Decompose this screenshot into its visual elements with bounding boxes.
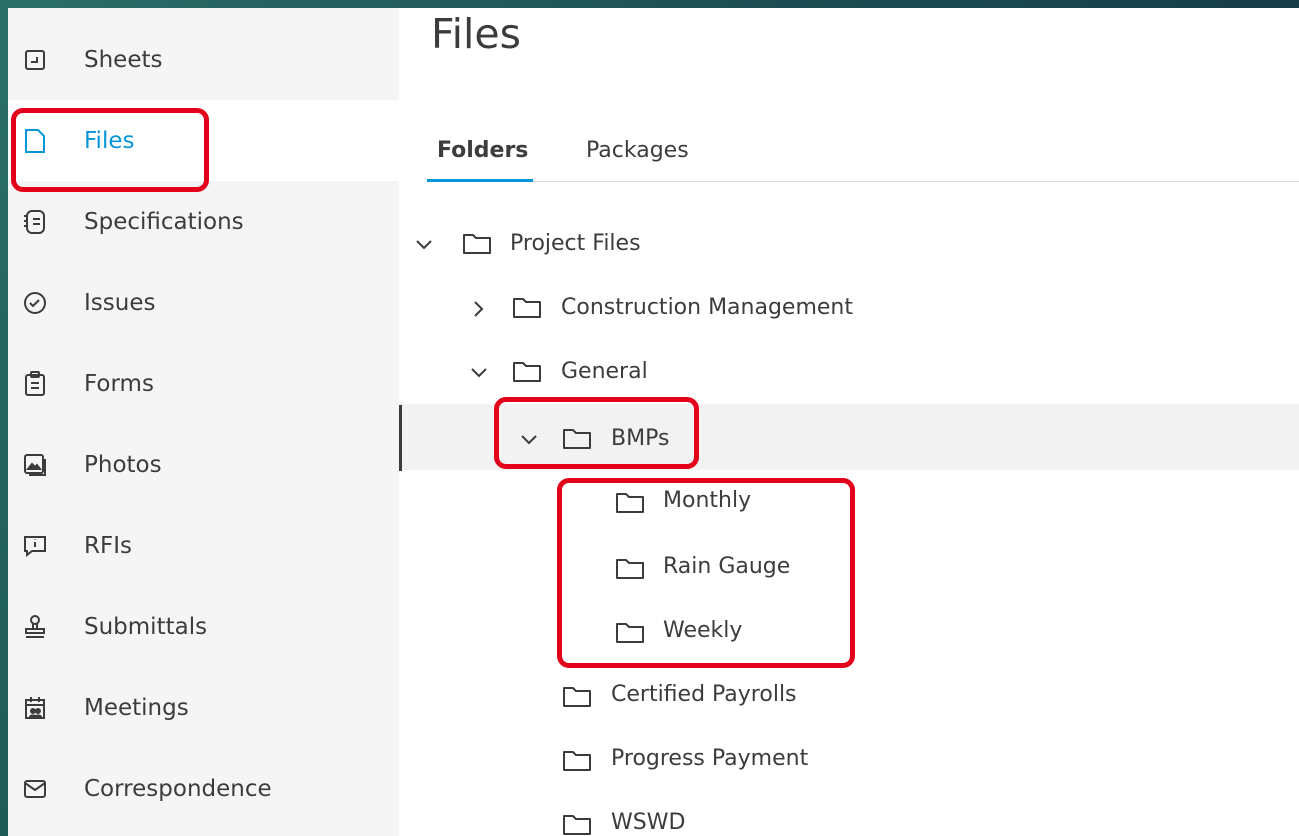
tree-item-label: General (561, 359, 648, 384)
photos-icon (22, 452, 48, 478)
tabs-divider (427, 181, 1299, 182)
sidebar-item-label: Sheets (84, 46, 163, 73)
chevron-down-icon[interactable] (469, 363, 489, 383)
tree-item-label: WSWD (611, 810, 686, 835)
tree-row-wswd[interactable]: WSWD (399, 790, 1299, 836)
sidebar-item-label: Forms (84, 370, 154, 397)
selection-indicator (399, 405, 402, 471)
sidebar-item-label: Meetings (84, 694, 189, 721)
sidebar: Sheets Files Specifications Issues Forms… (8, 8, 399, 836)
sidebar-item-label: Issues (84, 289, 156, 316)
tree-row-bmps[interactable]: BMPs (399, 404, 1299, 470)
sidebar-item-forms[interactable]: Forms (8, 343, 399, 424)
tree-row-construction-management[interactable]: Construction Management (399, 275, 1299, 339)
sidebar-item-label: Specifications (84, 208, 244, 235)
sidebar-item-label: Submittals (84, 613, 208, 640)
folder-icon (513, 298, 541, 318)
tree-item-label: Weekly (663, 618, 743, 643)
page-title: Files (431, 10, 521, 58)
tree-item-label: Rain Gauge (663, 554, 791, 579)
tree-item-label: Progress Payment (611, 746, 809, 771)
tab-folders[interactable]: Folders (437, 138, 528, 163)
sidebar-item-submittals[interactable]: Submittals (8, 586, 399, 667)
folder-icon (563, 751, 591, 771)
sidebar-item-issues[interactable]: Issues (8, 262, 399, 343)
folder-icon (563, 429, 591, 449)
tree-row-general[interactable]: General (399, 339, 1299, 403)
tree-row-monthly[interactable]: Monthly (399, 470, 1299, 534)
tree-item-label: Certified Payrolls (611, 682, 797, 707)
tree-item-label: Project Files (510, 231, 641, 256)
sidebar-item-rfis[interactable]: RFIs (8, 505, 399, 586)
sidebar-item-label: Photos (84, 451, 162, 478)
sheets-icon (22, 47, 48, 73)
tab-active-indicator (427, 179, 533, 182)
stamp-icon (22, 614, 48, 640)
calendar-people-icon (22, 695, 48, 721)
sidebar-item-meetings[interactable]: Meetings (8, 667, 399, 748)
specifications-icon (22, 209, 48, 235)
chevron-down-icon[interactable] (519, 430, 539, 450)
tree-row-project-files[interactable]: Project Files (399, 211, 1299, 275)
tree-item-label: Monthly (663, 488, 752, 513)
tree-row-certified-payrolls[interactable]: Certified Payrolls (399, 662, 1299, 726)
clipboard-icon (22, 370, 48, 397)
main-panel: Files Folders Packages Project Files Con… (399, 8, 1299, 836)
tree-row-rain-gauge[interactable]: Rain Gauge (399, 534, 1299, 598)
envelope-icon (22, 776, 48, 802)
sidebar-item-label: Files (84, 127, 135, 154)
folder-icon (563, 687, 591, 707)
window-frame-top (0, 0, 1299, 8)
tree-row-weekly[interactable]: Weekly (399, 598, 1299, 662)
folder-icon (563, 815, 591, 835)
sidebar-item-correspondence[interactable]: Correspondence (8, 748, 399, 829)
folder-icon (616, 623, 644, 643)
folder-icon (463, 234, 491, 254)
folder-icon (513, 362, 541, 382)
window-frame-left (0, 0, 8, 836)
sidebar-item-sheets[interactable]: Sheets (8, 19, 399, 100)
chevron-right-icon[interactable] (469, 299, 489, 319)
rfi-icon (22, 533, 48, 559)
chevron-down-icon[interactable] (414, 235, 434, 255)
folder-icon (616, 559, 644, 579)
sidebar-item-photos[interactable]: Photos (8, 424, 399, 505)
folder-icon (616, 493, 644, 513)
sidebar-item-specifications[interactable]: Specifications (8, 181, 399, 262)
file-icon (22, 128, 48, 154)
tree-item-label: BMPs (611, 426, 670, 451)
sidebar-item-label: Correspondence (84, 775, 272, 802)
tree-item-label: Construction Management (561, 295, 853, 320)
tab-packages[interactable]: Packages (586, 138, 689, 163)
sidebar-item-files[interactable]: Files (8, 100, 399, 181)
tree-row-progress-payment[interactable]: Progress Payment (399, 726, 1299, 790)
sidebar-item-label: RFIs (84, 532, 132, 559)
check-circle-icon (22, 290, 48, 316)
